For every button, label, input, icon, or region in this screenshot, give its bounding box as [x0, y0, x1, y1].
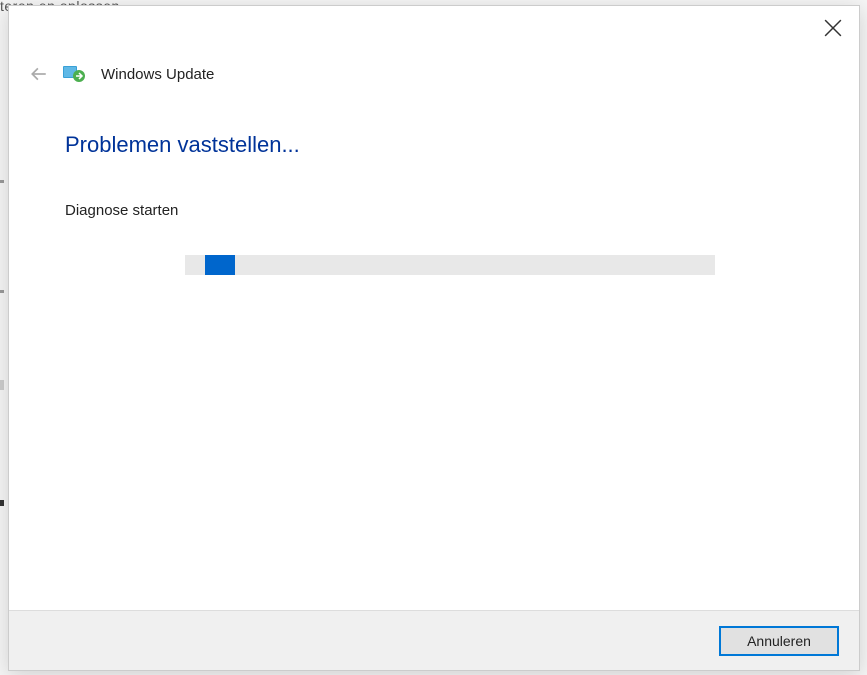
dialog-footer: Annuleren — [9, 610, 859, 670]
app-title: Windows Update — [101, 66, 214, 83]
troubleshooter-dialog: Windows Update Problemen vaststellen... … — [8, 5, 860, 671]
back-button[interactable] — [29, 64, 49, 84]
main-heading: Problemen vaststellen... — [65, 132, 803, 158]
title-bar — [9, 6, 859, 48]
status-text: Diagnose starten — [65, 202, 803, 219]
progress-bar — [185, 255, 715, 275]
close-icon — [824, 19, 842, 37]
progress-fill — [205, 255, 235, 275]
dialog-header: Windows Update — [9, 48, 859, 92]
cancel-button[interactable]: Annuleren — [719, 626, 839, 656]
dialog-content: Problemen vaststellen... Diagnose starte… — [9, 92, 859, 610]
windows-update-icon — [63, 64, 87, 84]
close-button[interactable] — [819, 14, 847, 42]
arrow-left-icon — [30, 65, 48, 83]
